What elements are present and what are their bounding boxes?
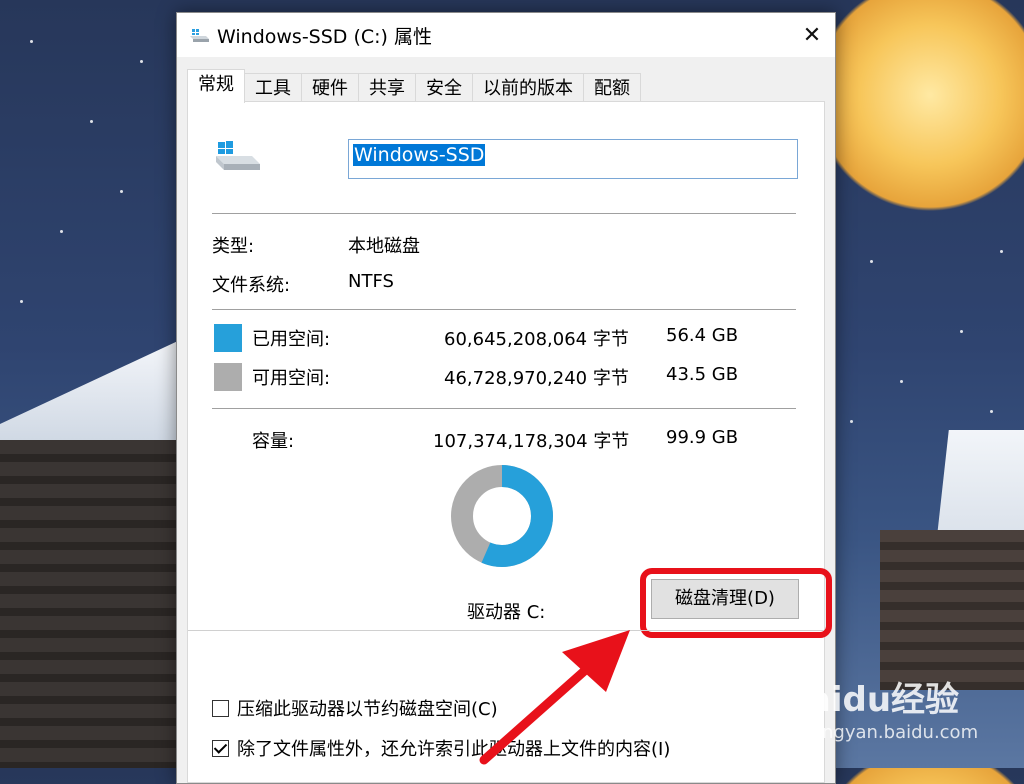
free-space-label: 可用空间: [252,368,331,389]
baidu-logo: Baidu经验 [782,680,960,720]
tab-general[interactable]: 常规 [187,69,245,103]
watermark-site: jingyan.baidu.com [812,722,979,743]
filesystem-label: 文件系统: [212,275,291,296]
divider [212,408,796,409]
usage-donut-chart [451,465,553,567]
tab-security[interactable]: 安全 [415,73,473,102]
type-label: 类型: [212,236,255,257]
checkbox-icon[interactable] [212,699,229,717]
cabin-left [0,440,180,768]
compress-option[interactable]: 压缩此驱动器以节约磁盘空间(C) [212,695,498,721]
tab-strip: 常规 工具 硬件 共享 安全 以前的版本 配额 [187,69,641,103]
used-space-swatch [214,324,242,352]
capacity-label: 容量: [252,431,295,452]
used-space-bytes: 60,645,208,064 字节 [444,329,629,350]
divider [212,213,796,214]
arrow-annotation [479,630,630,765]
free-space-swatch [214,363,242,391]
cabin-right [880,530,1024,690]
compress-option-label: 压缩此驱动器以节约磁盘空间(C) [237,699,498,720]
checkbox-icon[interactable] [212,739,229,757]
free-space-bytes: 46,728,970,240 字节 [444,368,629,389]
window-title: Windows-SSD (C:) 属性 [217,25,432,48]
tab-quota[interactable]: 配额 [583,73,641,102]
drive-icon [216,141,260,170]
drive-icon [190,29,209,42]
tab-tools[interactable]: 工具 [244,73,302,102]
tab-hardware[interactable]: 硬件 [301,73,359,102]
free-space-gb: 43.5 GB [666,364,739,385]
divider [212,309,796,310]
filesystem-value: NTFS [348,271,394,292]
tab-sharing[interactable]: 共享 [358,73,416,102]
capacity-bytes: 107,374,178,304 字节 [433,431,630,452]
close-icon: ✕ [802,22,822,48]
capacity-gb: 99.9 GB [666,427,739,448]
type-value: 本地磁盘 [348,236,420,257]
drive-name-value: Windows-SSD [353,144,486,166]
used-space-label: 已用空间: [252,329,331,350]
title-bar: Windows-SSD (C:) 属性 ✕ [177,13,835,57]
tab-previous-versions[interactable]: 以前的版本 [472,73,584,102]
used-space-gb: 56.4 GB [666,325,739,346]
drive-name-input[interactable]: Windows-SSD [348,139,798,179]
disk-cleanup-button[interactable]: 磁盘清理(D) [651,579,799,619]
close-button[interactable]: ✕ [789,13,835,57]
